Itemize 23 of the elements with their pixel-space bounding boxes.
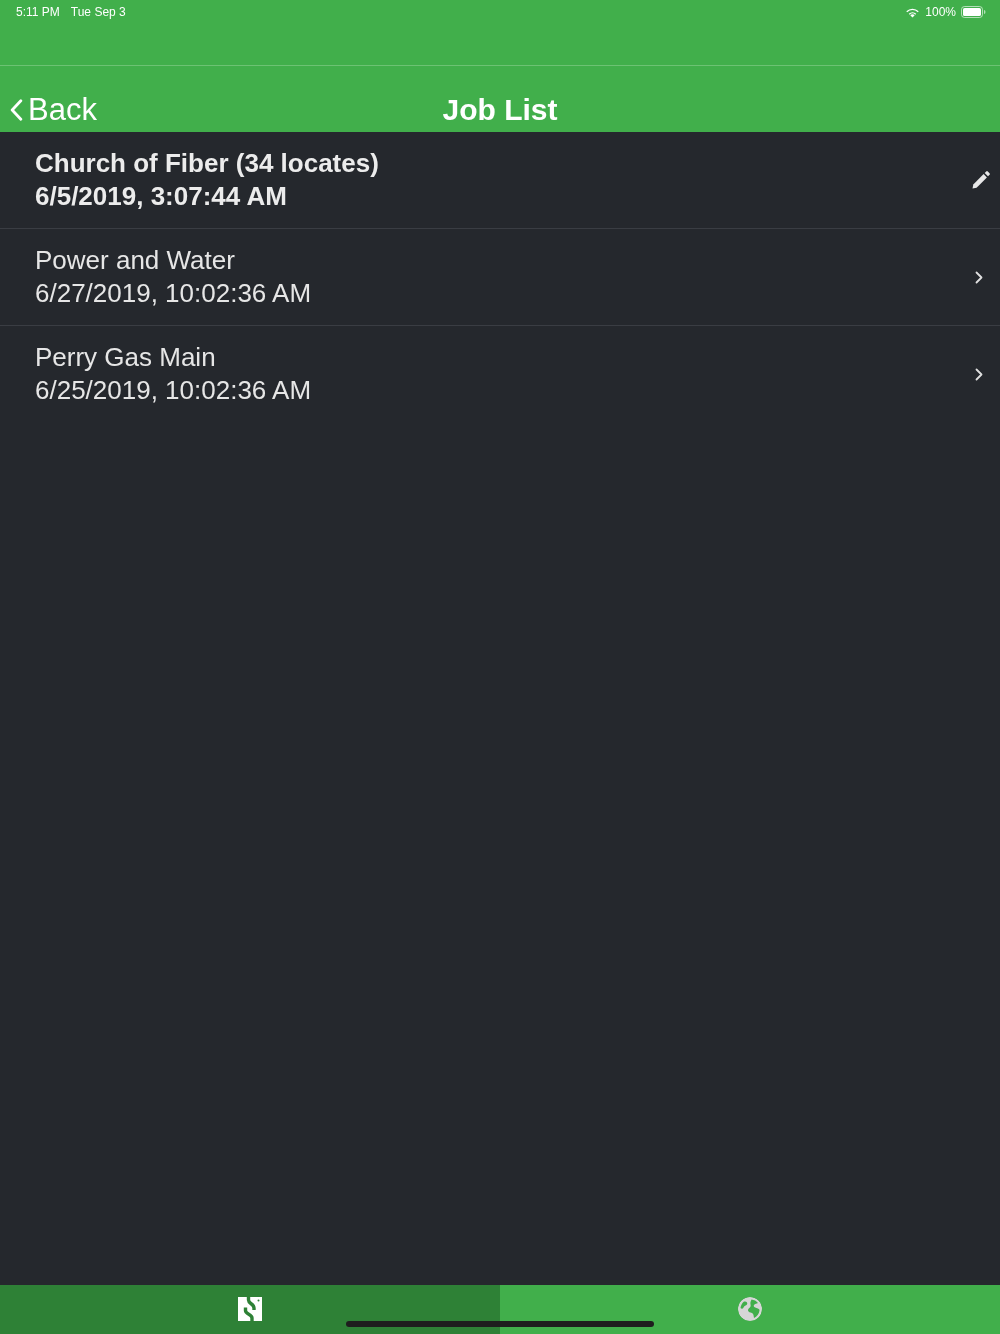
job-name: Perry Gas Main: [35, 341, 217, 374]
globe-icon: [738, 1296, 762, 1321]
pencil-icon[interactable]: [972, 171, 990, 189]
tab-button[interactable]: [0, 1285, 500, 1334]
job-date: 6/25/2019, 10:02:36 AM: [35, 374, 312, 407]
chevron-right-icon: [975, 367, 983, 381]
job-date: 6/27/2019, 10:02:36 AM: [35, 277, 312, 310]
logo-icon: [238, 1296, 262, 1321]
job-date: 6/5/2019, 3:07:44 AM: [35, 180, 288, 213]
wifi-icon: [905, 6, 921, 18]
nav-title: Job List: [442, 92, 558, 128]
chevron-left-icon: [10, 99, 23, 121]
chevron-right-icon: [975, 270, 983, 284]
job-row[interactable]: Perry Gas Main 6/25/2019, 10:02:36 AM: [0, 326, 1000, 423]
job-name: Power and Water: [35, 244, 236, 277]
battery-icon: [961, 6, 986, 18]
status-time: 5:11 PM: [16, 4, 60, 20]
battery-percent: 100%: [925, 4, 956, 20]
job-name: Church of Fiber (34 locates): [35, 147, 379, 180]
tab-button[interactable]: [500, 1285, 1000, 1334]
status-date: Tue Sep 3: [70, 4, 126, 20]
job-row[interactable]: Church of Fiber (34 locates) 6/5/2019, 3:07:44 AM: [0, 132, 1000, 229]
job-row[interactable]: Power and Water 6/27/2019, 10:02:36 AM: [0, 229, 1000, 326]
